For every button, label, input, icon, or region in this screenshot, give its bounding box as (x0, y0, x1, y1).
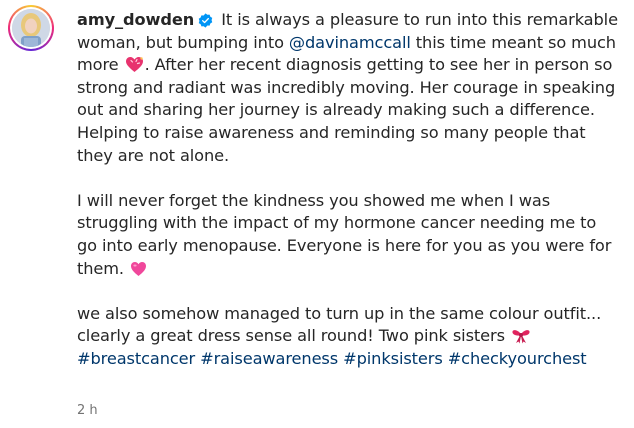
caption-text: Helping to raise awareness and reminding… (77, 122, 586, 142)
profile-photo (12, 9, 50, 47)
caption-text: strong and radiant was incredibly moving… (77, 77, 616, 97)
username-link[interactable]: amy_dowden (77, 10, 194, 29)
hashtag-link[interactable]: #breastcancer (77, 349, 195, 368)
hashtag-link[interactable]: #pinksisters (343, 349, 443, 368)
caption-text: more (77, 55, 124, 75)
caption-text: them. (77, 258, 130, 278)
hashtag-link[interactable]: #raiseawareness (200, 349, 338, 368)
caption-text: It is always a pleasure to run into this… (216, 10, 618, 29)
mention-link[interactable]: @davinamccall (289, 33, 411, 52)
caption-text: . After her recent diagnosis getting to … (144, 55, 613, 75)
caption-text: I will never forget the kindness you sho… (77, 190, 551, 210)
caption-text: they are not alone. (77, 145, 230, 165)
caption-text: woman, but bumping into (77, 32, 289, 52)
hashtag-link[interactable]: #checkyourchest (448, 349, 587, 368)
caption-text: clearly a great dress sense all round! T… (77, 326, 510, 346)
caption-text: out and sharing her journey is already m… (77, 100, 595, 120)
avatar[interactable] (8, 5, 54, 51)
caption-text: go into early menopause. Everyone is her… (77, 235, 612, 255)
caption-text: struggling with the impact of my hormone… (77, 213, 597, 233)
pink-heart-icon (130, 261, 147, 284)
post-timestamp[interactable]: 2 h (77, 403, 98, 418)
comment-caption: amy_dowden It is always a pleasure to ru… (77, 9, 625, 371)
caption-text: this time meant so much (410, 32, 616, 52)
caption-text: we also somehow managed to turn up in th… (77, 303, 602, 323)
instagram-comment: amy_dowden It is always a pleasure to ru… (0, 0, 634, 428)
